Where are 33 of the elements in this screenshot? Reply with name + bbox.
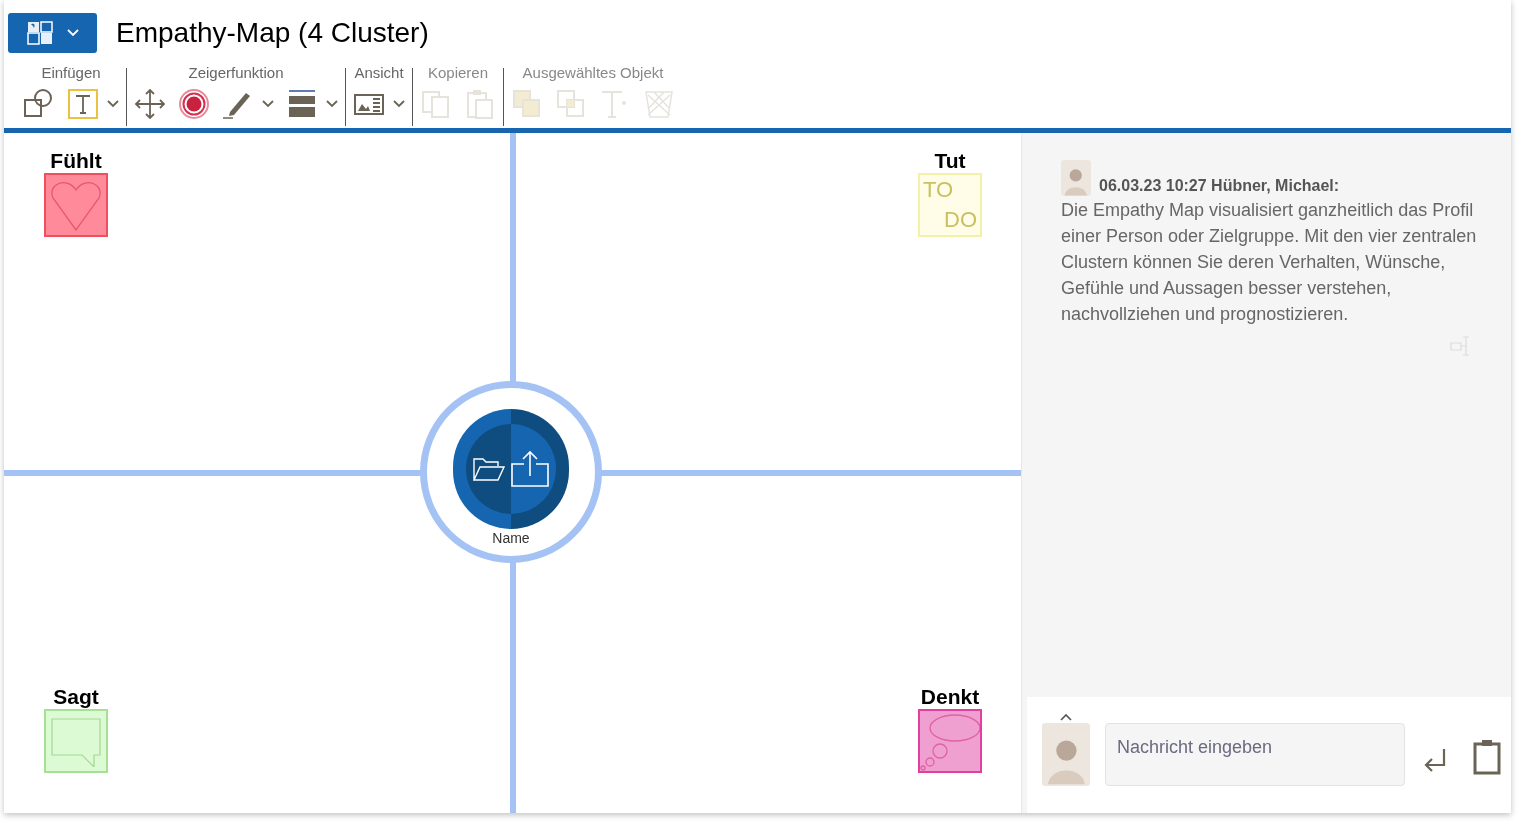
cluster-label: Denkt [920,685,980,709]
avatar [1042,723,1090,786]
toolbar-group-label: Zeigerfunktion [188,63,284,83]
cluster-label: Sagt [53,685,99,709]
caret-icon[interactable] [325,99,339,109]
toolbar-group-label: Kopieren [427,63,488,83]
cluster-label: Tut [934,149,966,173]
folder-icon[interactable] [472,456,506,482]
toolbar-group-label: Ausgewähltes Objekt [522,63,664,83]
caret-icon [66,29,79,37]
center-name: Name [492,530,530,546]
upload-icon[interactable] [510,450,550,488]
cluster-label: Fühlt [50,149,102,173]
thought-bubble-icon [920,711,980,771]
text-icon[interactable] [66,87,100,121]
note-text: TO [923,176,954,204]
caret-icon[interactable] [392,99,406,109]
message-input[interactable]: Nachricht eingeben [1105,723,1405,786]
toolbar-group-label: Ansicht [354,63,404,83]
window-title: Empathy-Map (4 Cluster) [116,19,429,47]
caret-icon[interactable] [106,99,120,109]
caret-icon[interactable] [261,99,275,109]
expand-icon[interactable] [1060,713,1072,721]
avatar [1061,160,1091,196]
target-icon[interactable] [177,87,211,121]
toolbar-group-label: Einfügen [41,63,101,83]
message-text: Die Empathy Map visualisiert ganzheitlich das Profil einer Person oder Zielgruppe. Mit den vier zentralen Clustern können Sie deren Verhalten, Wünsche, Gefühle und Aussagen besser verstehen, nachvollziehen und prognostizieren. [1061,199,1478,326]
speech-bubble-icon [50,715,102,767]
clipboard-icon[interactable] [1473,738,1501,775]
move-icon[interactable] [133,87,167,121]
note-text: DO [944,206,977,234]
app-menu-button[interactable] [8,13,97,53]
message-header: 06.03.23 10:27 Hübner, Michael: [1099,176,1340,196]
